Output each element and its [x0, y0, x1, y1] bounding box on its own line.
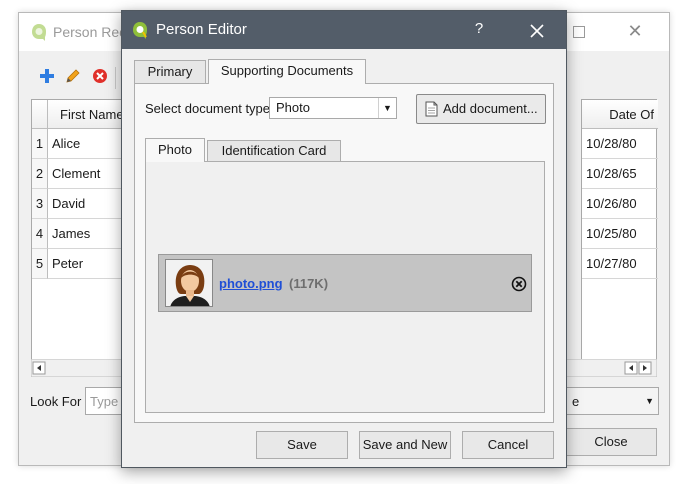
- row-number[interactable]: 4: [32, 219, 48, 249]
- cancel-button[interactable]: Cancel: [462, 431, 554, 459]
- row-number[interactable]: 1: [32, 129, 48, 159]
- table-cell[interactable]: David: [48, 189, 132, 219]
- tab-photo[interactable]: Photo: [145, 138, 205, 162]
- table-cell[interactable]: 10/26/80: [582, 189, 658, 219]
- close-icon[interactable]: ✕: [625, 21, 645, 41]
- row-number[interactable]: 3: [32, 189, 48, 219]
- filter-combo[interactable]: e ▼: [565, 387, 659, 415]
- document-icon: [425, 101, 438, 117]
- background-window-title: Person Rec: [53, 24, 127, 40]
- table-cell[interactable]: 10/27/80: [582, 249, 658, 279]
- pencil-icon[interactable]: [64, 67, 82, 85]
- person-editor-dialog: Person Editor ? Primary Supporting Docum…: [121, 10, 567, 468]
- tab-identification-card[interactable]: Identification Card: [207, 140, 341, 161]
- maximize-icon[interactable]: [573, 26, 585, 38]
- app-logo-icon: [32, 24, 46, 41]
- document-type-value: Photo: [276, 100, 310, 115]
- first-name-header[interactable]: First Name: [48, 100, 132, 129]
- tab-supporting-documents[interactable]: Supporting Documents: [208, 59, 366, 84]
- table-cell[interactable]: Alice: [48, 129, 132, 159]
- select-document-type-label: Select document type: [145, 101, 271, 116]
- table-cell[interactable]: 10/25/80: [582, 219, 658, 249]
- close-button[interactable]: Close: [565, 428, 657, 456]
- supporting-documents-pane: Select document type Photo ▼ Add documen…: [134, 83, 554, 423]
- table-cell[interactable]: James: [48, 219, 132, 249]
- person-avatar-icon: [166, 260, 212, 306]
- document-item[interactable]: photo.png (117K): [158, 254, 532, 312]
- photo-thumbnail[interactable]: [165, 259, 213, 307]
- records-table-left: First Name 1 Alice 2 Clement 3 David 4 J…: [31, 99, 132, 365]
- document-filename-link[interactable]: photo.png: [219, 276, 283, 291]
- table-cell[interactable]: Peter: [48, 249, 132, 279]
- dialog-title: Person Editor: [156, 21, 247, 38]
- tab-primary[interactable]: Primary: [134, 60, 206, 84]
- look-for-input[interactable]: Type t: [85, 387, 125, 415]
- app-logo-icon: [133, 22, 147, 39]
- toolbar-separator: [115, 67, 116, 89]
- dialog-titlebar: Person Editor ?: [122, 11, 566, 49]
- save-and-new-button[interactable]: Save and New: [359, 431, 451, 459]
- document-size: (117K): [289, 276, 329, 291]
- remove-document-icon[interactable]: [511, 276, 527, 292]
- chevron-down-icon: ▼: [645, 396, 654, 406]
- table-cell[interactable]: 10/28/80: [582, 129, 658, 159]
- chevron-down-icon: ▼: [378, 98, 396, 118]
- date-header[interactable]: Date Of: [582, 100, 658, 129]
- add-document-label: Add document...: [443, 101, 538, 116]
- add-document-button[interactable]: Add document...: [416, 94, 546, 124]
- close-icon[interactable]: [526, 20, 548, 42]
- filter-combo-value: e: [572, 394, 580, 409]
- help-button[interactable]: ?: [470, 20, 488, 40]
- photo-documents-pane: photo.png (117K): [145, 161, 545, 413]
- document-type-select[interactable]: Photo ▼: [269, 97, 397, 119]
- table-cell[interactable]: Clement: [48, 159, 132, 189]
- save-button[interactable]: Save: [256, 431, 348, 459]
- delete-icon[interactable]: [91, 67, 109, 85]
- row-header-corner: [32, 100, 48, 129]
- records-table-right: Date Of 10/28/80 10/28/65 10/26/80 10/25…: [581, 99, 658, 365]
- row-number[interactable]: 5: [32, 249, 48, 279]
- plus-icon[interactable]: [38, 67, 56, 85]
- look-for-label: Look For: [30, 394, 82, 409]
- row-number[interactable]: 2: [32, 159, 48, 189]
- table-cell[interactable]: 10/28/65: [582, 159, 658, 189]
